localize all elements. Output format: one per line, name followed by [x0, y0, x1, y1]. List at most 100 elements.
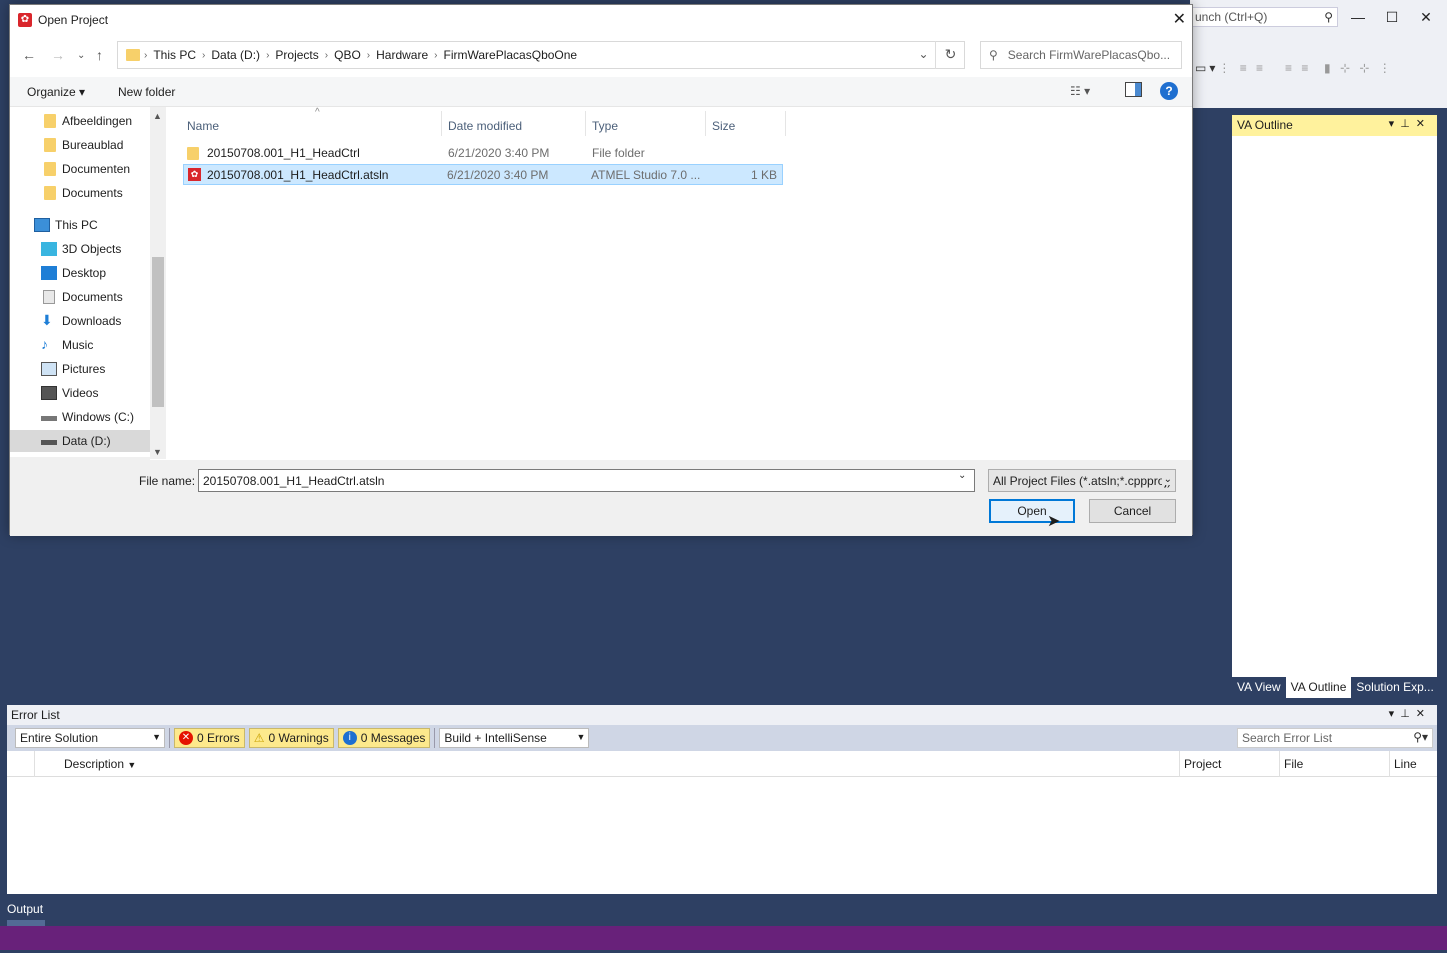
tab-va-view[interactable]: VA View — [1232, 677, 1286, 698]
va-outline-title: VA Outline — [1237, 118, 1293, 132]
tab-solution-explorer[interactable]: Solution Exp... — [1351, 677, 1438, 698]
file-row-selected[interactable]: ✿ 20150708.001_H1_HeadCtrl.atsln 6/21/20… — [183, 164, 783, 185]
close-window-button[interactable]: ✕ — [1411, 6, 1441, 28]
folder-icon — [44, 138, 56, 152]
download-icon: ⬇ — [41, 312, 53, 328]
nav-item-videos[interactable]: Videos — [10, 382, 150, 404]
breadcrumb-item[interactable]: QBO — [334, 48, 361, 62]
breadcrumb-item[interactable]: FirmWarePlacasQboOne — [444, 48, 578, 62]
preview-pane-icon[interactable] — [1125, 82, 1142, 97]
column-description[interactable]: Description ▼ — [64, 757, 136, 771]
status-bar — [0, 926, 1447, 950]
nav-item-label: 3D Objects — [62, 242, 122, 256]
nav-item-documents[interactable]: Documents — [10, 182, 150, 204]
file-type: ATMEL Studio 7.0 ... — [591, 168, 701, 182]
quick-launch-input[interactable]: unch (Ctrl+Q) ⚲ — [1190, 7, 1338, 27]
breadcrumb-item[interactable]: This PC — [153, 48, 196, 62]
nav-item-this-pc[interactable]: This PC — [10, 214, 150, 236]
pin-icon[interactable]: ⊥ — [1400, 118, 1416, 130]
dropdown-icon[interactable]: ▾ — [1389, 118, 1401, 130]
divider — [441, 111, 442, 136]
nav-item-data-d[interactable]: Data (D:) — [10, 430, 150, 452]
atmel-file-icon: ✿ — [188, 168, 201, 181]
column-size[interactable]: Size — [712, 119, 735, 133]
address-row: ← → ⌄ ↑ › This PC › Data (D:) › Projects… — [10, 36, 1192, 76]
warnings-label: 0 Warnings — [268, 731, 329, 745]
folder-search-placeholder: Search FirmWarePlacasQbo... — [1007, 48, 1171, 62]
close-icon[interactable]: ✕ — [1416, 118, 1431, 130]
chevron-down-icon[interactable]: ⌄ — [913, 41, 934, 69]
column-name[interactable]: Name — [187, 119, 219, 133]
nav-item-label: Documents — [62, 186, 123, 200]
column-type[interactable]: Type — [592, 119, 618, 133]
nav-item-documenten[interactable]: Documenten — [10, 158, 150, 180]
scope-select[interactable]: Entire Solution ▼ — [15, 728, 165, 748]
nav-item-pictures[interactable]: Pictures — [10, 358, 150, 380]
nav-item-desktop[interactable]: Desktop — [10, 262, 150, 284]
nav-item-afbeeldingen[interactable]: Afbeeldingen — [10, 110, 150, 132]
nav-item-windows-c[interactable]: Windows (C:) — [10, 406, 150, 428]
column-date-modified[interactable]: Date modified — [448, 119, 522, 133]
view-options-icon[interactable]: ☷ ▾ — [1070, 84, 1090, 98]
file-type-select[interactable]: All Project Files (*.atsln;*.cppproj) ⌄ — [988, 469, 1176, 492]
divider — [585, 111, 586, 136]
close-icon[interactable]: ✕ — [1416, 708, 1431, 720]
dropdown-icon[interactable]: ▾ — [1389, 708, 1401, 720]
up-icon[interactable]: ↑ — [96, 47, 103, 63]
open-button[interactable]: Open — [989, 499, 1075, 523]
nav-item-3d-objects[interactable]: 3D Objects — [10, 238, 150, 260]
close-icon[interactable]: ✕ — [1173, 9, 1186, 29]
nav-scrollbar[interactable]: ▲ ▼ — [150, 107, 166, 459]
refresh-icon[interactable]: ↻ — [935, 41, 965, 69]
dialog-title-bar: ✿ Open Project ✕ — [10, 5, 1192, 34]
build-filter-select[interactable]: Build + IntelliSense ▼ — [439, 728, 590, 748]
nav-item-bureaublad[interactable]: Bureaublad — [10, 134, 150, 156]
forward-icon[interactable]: → — [51, 47, 65, 63]
divider — [1389, 751, 1390, 777]
output-tab[interactable]: Output — [0, 900, 60, 920]
tab-va-outline[interactable]: VA Outline — [1285, 677, 1352, 698]
ide-toolbar: ▭▾ ⋮ ≡ ≡ ≡ ≡ ▮ ⊹ ⊹ ⋮ — [1195, 55, 1447, 81]
organize-button[interactable]: Organize ▾ — [27, 85, 85, 99]
divider — [705, 111, 706, 136]
chevron-down-icon: ▼ — [576, 732, 586, 742]
maximize-button[interactable]: ☐ — [1377, 6, 1407, 28]
chevron-down-icon: ⌄ — [1161, 474, 1172, 485]
nav-item-documents-pc[interactable]: Documents — [10, 286, 150, 308]
minimize-button[interactable]: — — [1343, 6, 1373, 28]
recent-dropdown-icon[interactable]: ⌄ — [77, 50, 85, 61]
cancel-button[interactable]: Cancel — [1089, 499, 1176, 523]
breadcrumb-item[interactable]: Hardware — [376, 48, 428, 62]
errors-filter-button[interactable]: ✕ 0 Errors — [174, 728, 245, 748]
divider — [1179, 751, 1180, 777]
nav-item-label: Downloads — [62, 314, 122, 328]
column-project[interactable]: Project — [1184, 757, 1221, 771]
file-row[interactable]: 20150708.001_H1_HeadCtrl 6/21/2020 3:40 … — [184, 143, 782, 164]
folder-search-input[interactable]: ⚲ Search FirmWarePlacasQbo... — [980, 41, 1182, 69]
messages-filter-button[interactable]: i0 Messages — [337, 728, 431, 748]
nav-item-music[interactable]: ♪ Music — [10, 334, 150, 356]
file-name-input[interactable]: 20150708.001_H1_HeadCtrl.atsln — [198, 469, 975, 492]
scroll-up-icon[interactable]: ▲ — [153, 111, 162, 121]
new-folder-button[interactable]: New folder — [118, 85, 175, 99]
breadcrumb-item[interactable]: Projects — [275, 48, 318, 62]
back-icon[interactable]: ← — [22, 47, 36, 63]
pin-icon[interactable]: ⊥ — [1400, 708, 1416, 720]
music-icon: ♪ — [41, 336, 48, 352]
column-line[interactable]: Line — [1394, 757, 1417, 771]
breadcrumb-item[interactable]: Data (D:) — [211, 48, 260, 62]
toolbar-icon[interactable]: ▭▾ — [1195, 61, 1218, 75]
nav-item-label: Data (D:) — [62, 434, 111, 448]
error-list-search-input[interactable]: Search Error List ⚲▾ — [1237, 728, 1433, 748]
column-file[interactable]: File — [1284, 757, 1303, 771]
toolbar-icon[interactable]: ⋮ ≡ ≡ ≡ ≡ ▮ ⊹ ⊹ ⋮ — [1218, 61, 1393, 75]
atmel-app-icon: ✿ — [18, 12, 32, 27]
breadcrumb[interactable]: › This PC › Data (D:) › Projects › QBO ›… — [117, 41, 965, 69]
nav-item-downloads[interactable]: ⬇ Downloads — [10, 310, 150, 332]
chevron-down-icon[interactable]: ⌄ — [958, 470, 966, 481]
warnings-filter-button[interactable]: ⚠ 0 Warnings — [248, 728, 334, 748]
scroll-down-icon[interactable]: ▼ — [153, 447, 162, 457]
file-list: Name ^ Date modified Type Size 20150708.… — [167, 107, 1192, 457]
help-icon[interactable]: ? — [1160, 82, 1178, 100]
scroll-thumb[interactable] — [152, 257, 164, 407]
